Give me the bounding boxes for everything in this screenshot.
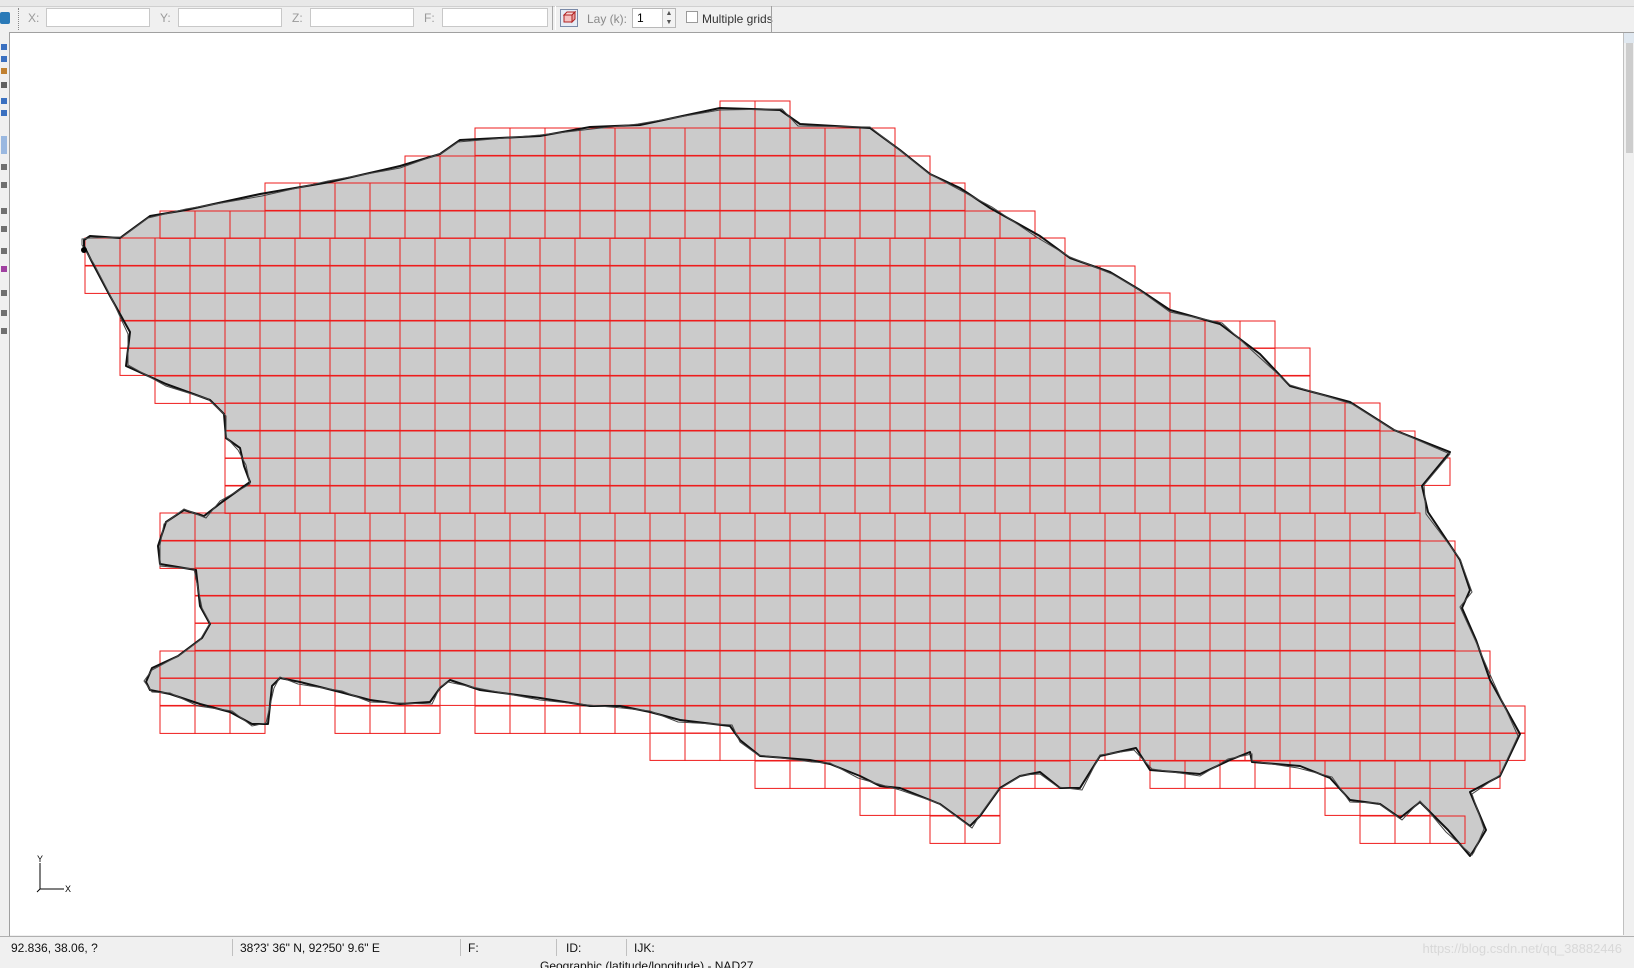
status-latlong: 38?3' 36" N, 92?50' 9.6" E bbox=[240, 941, 380, 955]
grid-cell[interactable] bbox=[159, 705, 196, 734]
boundary-vertex-marker[interactable] bbox=[81, 247, 87, 253]
toolbar-separator bbox=[552, 6, 556, 30]
status-f-label: F: bbox=[468, 941, 479, 955]
spinner-arrows[interactable]: ▲ ▼ bbox=[662, 9, 675, 27]
scroll-thumb[interactable] bbox=[1626, 43, 1633, 153]
y-label: Y: bbox=[160, 11, 171, 25]
grid-cell[interactable] bbox=[369, 705, 406, 734]
status-ijk-label: IJK: bbox=[634, 941, 655, 955]
grid-cell[interactable] bbox=[509, 705, 546, 734]
grid-cell[interactable] bbox=[579, 705, 616, 734]
axis-indicator-icon: Y X bbox=[36, 855, 71, 894]
tool-pan-icon[interactable] bbox=[1, 110, 7, 116]
grid-cell[interactable] bbox=[1394, 815, 1431, 844]
tool-ruler-icon[interactable] bbox=[1, 182, 7, 188]
tool-active-icon[interactable] bbox=[1, 136, 7, 154]
axis-y-letter: Y bbox=[37, 855, 43, 864]
tool-line-icon[interactable] bbox=[1, 208, 7, 214]
grid-cell[interactable] bbox=[754, 760, 791, 789]
z-coordinate-field[interactable] bbox=[310, 8, 414, 27]
x-label: X: bbox=[28, 11, 40, 25]
f-label: F: bbox=[424, 11, 435, 25]
tool-select-icon[interactable] bbox=[1, 44, 7, 50]
model-canvas[interactable]: Y X bbox=[10, 33, 1623, 935]
multiple-grids-checkbox[interactable] bbox=[686, 11, 698, 23]
tool-move-icon[interactable] bbox=[1, 56, 7, 62]
grid-cell[interactable] bbox=[789, 760, 826, 789]
model-domain bbox=[84, 108, 1520, 856]
grid-cell[interactable] bbox=[929, 815, 966, 844]
scroll-up-button[interactable] bbox=[1624, 33, 1634, 43]
multiple-grids-label: Multiple grids bbox=[702, 12, 773, 26]
status-bar: 92.836, 38.06, ? 38?3' 36" N, 92?50' 9.6… bbox=[0, 936, 1634, 968]
toolbar-end-separator bbox=[771, 6, 774, 32]
grid-layer-button[interactable] bbox=[560, 9, 578, 27]
tool-more-icon[interactable] bbox=[1, 328, 7, 334]
grid-cell[interactable] bbox=[474, 705, 511, 734]
layer-value: 1 bbox=[637, 11, 644, 25]
grid-map bbox=[81, 100, 1526, 857]
coordinate-toolbar: X: Y: Z: F: Lay (k): 1 ▲ ▼ Multiple grids bbox=[0, 0, 1634, 33]
tool-zoom-icon[interactable] bbox=[1, 98, 7, 104]
watermark-text: https://blog.csdn.net/qq_38882446 bbox=[1422, 941, 1623, 956]
status-divider bbox=[460, 939, 461, 956]
vertical-scrollbar[interactable] bbox=[1623, 33, 1634, 935]
status-divider bbox=[556, 939, 557, 956]
grid-cell[interactable] bbox=[1219, 760, 1256, 789]
grid-cell[interactable] bbox=[544, 705, 581, 734]
status-coordinates: 92.836, 38.06, ? bbox=[11, 941, 98, 955]
grid-cell[interactable] bbox=[859, 787, 896, 816]
x-coordinate-field[interactable] bbox=[46, 8, 150, 27]
grid-cell[interactable] bbox=[649, 732, 686, 761]
left-tool-strip bbox=[0, 32, 10, 936]
f-value-field[interactable] bbox=[442, 8, 548, 27]
grid-cell[interactable] bbox=[684, 732, 721, 761]
tool-extra-icon[interactable] bbox=[1, 310, 7, 316]
tool-measure-icon[interactable] bbox=[1, 164, 7, 170]
grid-cell[interactable] bbox=[334, 705, 371, 734]
tool-point-icon[interactable] bbox=[1, 290, 7, 296]
tool-split-icon[interactable] bbox=[1, 248, 7, 254]
grid-cell[interactable] bbox=[1359, 815, 1396, 844]
status-divider bbox=[232, 939, 233, 956]
layer-label: Lay (k): bbox=[587, 12, 628, 26]
y-coordinate-field[interactable] bbox=[178, 8, 282, 27]
toolbar-grip[interactable] bbox=[18, 8, 22, 30]
upper-toolbar-strip bbox=[0, 0, 1634, 7]
z-label: Z: bbox=[292, 11, 303, 25]
tool-node-icon[interactable] bbox=[1, 82, 7, 88]
tool-pencil-icon[interactable] bbox=[1, 68, 7, 74]
tool-cell-icon[interactable] bbox=[1, 266, 7, 272]
status-id-label: ID: bbox=[566, 941, 582, 955]
layer-spinner[interactable]: 1 ▲ ▼ bbox=[632, 8, 676, 28]
grid-cube-icon bbox=[562, 10, 577, 24]
axis-x-letter: X bbox=[65, 884, 71, 894]
status-divider bbox=[626, 939, 627, 956]
grid-cell[interactable] bbox=[1274, 347, 1311, 376]
grid-cell[interactable] bbox=[404, 705, 441, 734]
app-icon[interactable] bbox=[0, 12, 10, 24]
tool-break-icon[interactable] bbox=[1, 226, 7, 232]
